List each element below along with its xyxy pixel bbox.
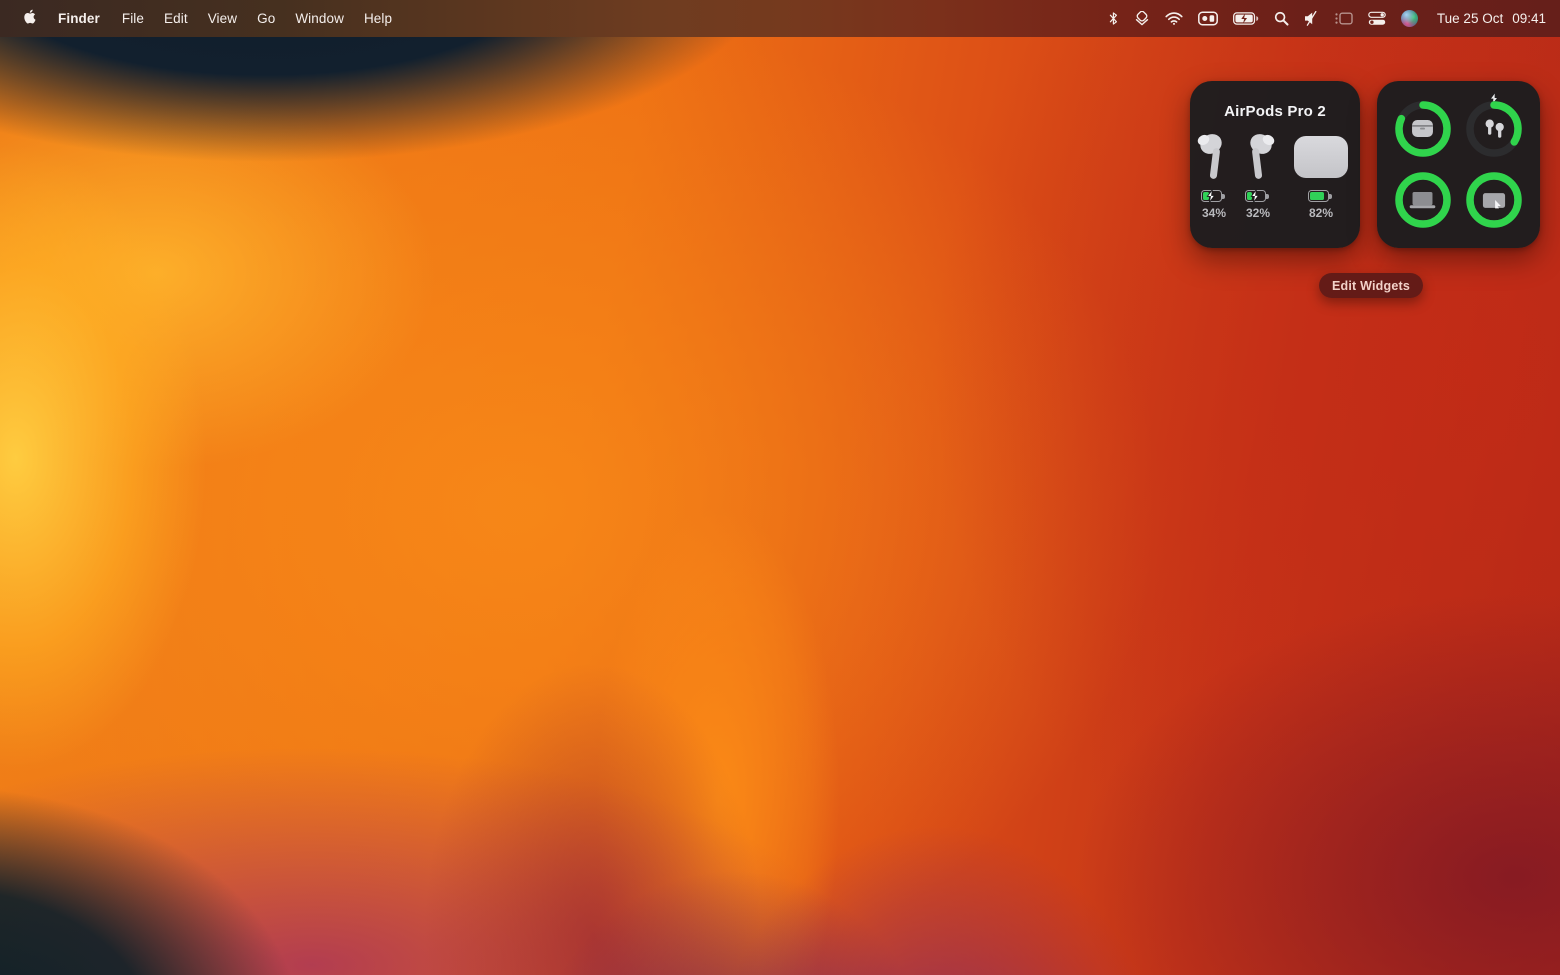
battery-rings-widget[interactable] — [1377, 81, 1540, 248]
right-earbud-column: 32% — [1236, 126, 1280, 220]
battery-fill — [1309, 191, 1325, 201]
menubar-app-icon[interactable] — [1197, 8, 1218, 30]
apple-menu[interactable] — [20, 8, 46, 30]
volume-muted-icon[interactable] — [1304, 8, 1320, 30]
menu-item-view[interactable]: View — [198, 11, 247, 26]
left-earbud-icon — [1196, 126, 1232, 188]
menu-item-edit[interactable]: Edit — [154, 11, 198, 26]
ring-macbook — [1392, 169, 1454, 231]
airpods-battery-widget[interactable]: AirPods Pro 2 34% 32% 82% — [1190, 81, 1360, 248]
edit-widgets-button[interactable]: Edit Widgets — [1319, 273, 1423, 298]
right-earbud-battery-icon — [1245, 189, 1271, 203]
menu-item-go[interactable]: Go — [247, 11, 285, 26]
ring-airpods-earbuds — [1463, 90, 1525, 160]
ring-airpods-case — [1392, 98, 1454, 160]
left-earbud-column: 34% — [1192, 126, 1236, 220]
charging-bolt-icon — [1249, 189, 1261, 208]
menu-item-help[interactable]: Help — [354, 11, 402, 26]
case-column: 82% — [1284, 126, 1358, 220]
charging-bolt-icon — [1205, 189, 1217, 208]
menu-bar-clock[interactable]: Tue 25 Oct 09:41 — [1433, 11, 1546, 26]
menu-bar: Finder File Edit View Go Window Help Tue… — [0, 0, 1560, 37]
bluetooth-icon[interactable] — [1108, 8, 1119, 30]
left-earbud-battery-label: 34% — [1201, 206, 1227, 220]
airpods-case-icon — [1294, 126, 1348, 188]
menu-bar-status-area: Tue 25 Oct 09:41 — [1108, 8, 1560, 30]
ring-trackpad — [1463, 169, 1525, 231]
left-earbud-battery-icon — [1201, 189, 1227, 203]
menu-bar-left: Finder File Edit View Go Window Help — [0, 8, 402, 30]
right-earbud-icon — [1240, 126, 1276, 188]
macbook-glyph-icon — [1408, 191, 1437, 210]
battery-nub — [1329, 193, 1332, 199]
spotlight-icon[interactable] — [1274, 8, 1289, 30]
control-center-icon[interactable] — [1368, 8, 1386, 30]
case-battery-icon — [1308, 190, 1334, 202]
battery-nub — [1222, 193, 1225, 199]
apple-logo-icon — [22, 8, 36, 30]
menu-item-file[interactable]: File — [112, 11, 154, 26]
stage-manager-icon[interactable] — [1335, 8, 1353, 30]
case-shape — [1294, 136, 1348, 178]
menu-item-finder[interactable]: Finder — [46, 11, 112, 26]
battery-charging-icon[interactable] — [1232, 8, 1259, 30]
clock-time: 09:41 — [1512, 11, 1546, 26]
siri-orb — [1400, 10, 1418, 27]
airpods-earbuds-glyph-icon — [1482, 117, 1507, 140]
wifi-icon[interactable] — [1165, 8, 1183, 30]
siri-icon[interactable] — [1400, 8, 1418, 30]
case-battery-label: 82% — [1308, 206, 1334, 220]
trackpad-glyph-icon — [1482, 192, 1506, 209]
battery-nub — [1266, 193, 1269, 199]
clock-date: Tue 25 Oct — [1436, 11, 1504, 26]
airpods-case-glyph-icon — [1411, 119, 1434, 138]
right-earbud-battery-label: 32% — [1245, 206, 1271, 220]
stacks-icon[interactable] — [1134, 8, 1150, 30]
edit-widgets-label: Edit Widgets — [1332, 278, 1410, 293]
airpods-widget-title: AirPods Pro 2 — [1224, 103, 1326, 120]
airpods-devices-row: 34% 32% 82% — [1192, 126, 1358, 220]
menu-item-window[interactable]: Window — [285, 11, 354, 26]
